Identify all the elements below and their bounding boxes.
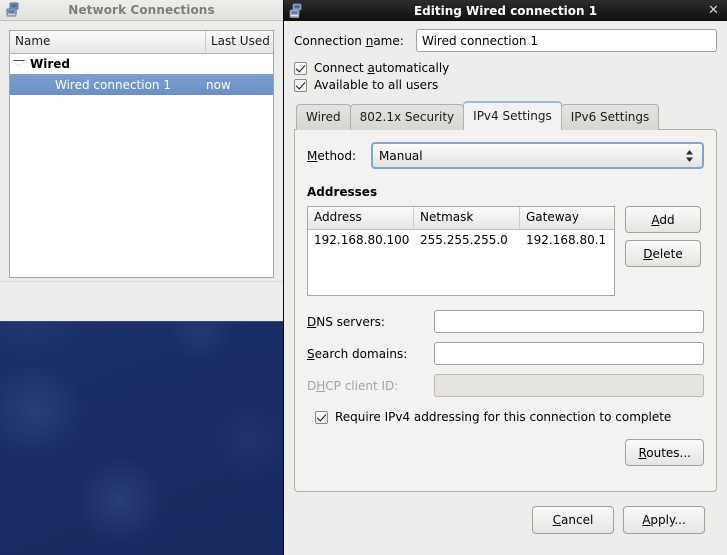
addresses-area: Address Netmask Gateway 192.168.80.100 2… [307, 206, 704, 296]
tab-8021x-security[interactable]: 802.1x Security [349, 104, 465, 130]
address-buttons: Add Delete [625, 206, 701, 296]
close-icon[interactable]: ✕ [706, 3, 721, 18]
connect-automatically-checkbox[interactable] [294, 61, 307, 75]
available-to-all-users-label: Available to all users [314, 78, 439, 92]
connection-name-input[interactable] [416, 29, 717, 52]
connections-list[interactable]: Name Last Used Wired Wired connection 1 … [9, 30, 274, 278]
addr-column-address[interactable]: Address [308, 207, 414, 229]
tab-ipv6-settings[interactable]: IPv6 Settings [560, 104, 660, 130]
add-address-button[interactable]: Add [625, 206, 701, 233]
routes-row: Routes... [307, 439, 704, 466]
routes-button[interactable]: Routes... [625, 439, 704, 466]
method-row: Method: Manual [307, 142, 704, 169]
delete-address-button[interactable]: Delete [625, 240, 701, 267]
dialog-body: Connection name: Connect automatically A… [284, 21, 727, 534]
search-domains-input[interactable] [434, 342, 704, 365]
tab-ipv4-settings[interactable]: IPv4 Settings [463, 101, 562, 130]
cell-gateway[interactable]: 192.168.80.1 [520, 233, 614, 247]
dns-servers-row: DNS servers: [307, 310, 704, 333]
method-selected-value: Manual [379, 148, 423, 163]
list-group-wired[interactable]: Wired [10, 54, 273, 74]
cell-address[interactable]: 192.168.80.100 [308, 233, 414, 247]
chevron-updown-icon [685, 148, 694, 164]
column-header-name[interactable]: Name [10, 31, 206, 53]
ipv4-settings-panel: Method: Manual Addresses Address Netmask… [294, 129, 717, 492]
connections-list-header: Name Last Used [10, 31, 273, 54]
dhcp-client-id-row: DHCP client ID: [307, 374, 704, 397]
dialog-title: Editing Wired connection 1 [413, 3, 598, 18]
network-connections-body: Name Last Used Wired Wired connection 1 … [0, 21, 283, 278]
available-to-all-users-row[interactable]: Available to all users [294, 78, 717, 92]
apply-button[interactable]: Apply... [623, 506, 705, 534]
search-domains-row: Search domains: [307, 342, 704, 365]
method-combobox[interactable]: Manual [371, 142, 704, 169]
require-ipv4-checkbox[interactable] [315, 410, 328, 424]
search-domains-label: Search domains: [307, 346, 408, 361]
editing-connection-dialog: Editing Wired connection 1 ✕ Connection … [283, 0, 727, 555]
connection-name-row: Connection name: [294, 29, 717, 52]
network-connections-footer [0, 281, 283, 321]
dialog-titlebar[interactable]: Editing Wired connection 1 ✕ [284, 0, 727, 21]
addr-column-netmask[interactable]: Netmask [414, 207, 520, 229]
require-ipv4-label: Require IPv4 addressing for this connect… [335, 410, 672, 424]
addr-column-gateway[interactable]: Gateway [520, 207, 614, 229]
connection-name-label: Connection name: [294, 33, 404, 48]
connection-name-cell: Wired connection 1 [55, 77, 171, 92]
addresses-section-title: Addresses [307, 185, 378, 199]
cell-netmask[interactable]: 255.255.255.0 [414, 233, 520, 247]
require-ipv4-row[interactable]: Require IPv4 addressing for this connect… [307, 410, 704, 424]
network-connections-title: Network Connections [68, 3, 215, 17]
addresses-table-header: Address Netmask Gateway [308, 207, 614, 230]
connection-last-used-cell: now [206, 77, 231, 92]
connect-automatically-label: Connect automatically [314, 61, 450, 75]
method-label: Method: [307, 148, 357, 163]
available-to-all-users-checkbox[interactable] [294, 78, 307, 92]
dhcp-client-id-label: DHCP client ID: [307, 378, 399, 393]
settings-tabs: Wired 802.1x Security IPv4 Settings IPv6… [294, 101, 717, 130]
cancel-button[interactable]: Cancel [532, 506, 614, 534]
addresses-table[interactable]: Address Netmask Gateway 192.168.80.100 2… [307, 206, 615, 296]
table-row[interactable]: 192.168.80.100 255.255.255.0 192.168.80.… [308, 230, 614, 250]
dhcp-client-id-input [434, 374, 704, 397]
network-connections-window: Network Connections Name Last Used Wired… [0, 0, 284, 322]
list-item[interactable]: Wired connection 1 now [10, 74, 273, 95]
expander-triangle-icon[interactable] [13, 60, 25, 67]
list-group-label: Wired [30, 57, 70, 71]
tab-wired[interactable]: Wired [296, 104, 351, 130]
dns-servers-input[interactable] [434, 310, 704, 333]
network-connections-titlebar[interactable]: Network Connections [0, 0, 283, 21]
dns-servers-label: DNS servers: [307, 314, 385, 329]
dialog-action-buttons: Cancel Apply... [294, 492, 717, 534]
connect-automatically-row[interactable]: Connect automatically [294, 61, 717, 75]
column-header-last-used[interactable]: Last Used [206, 31, 273, 53]
